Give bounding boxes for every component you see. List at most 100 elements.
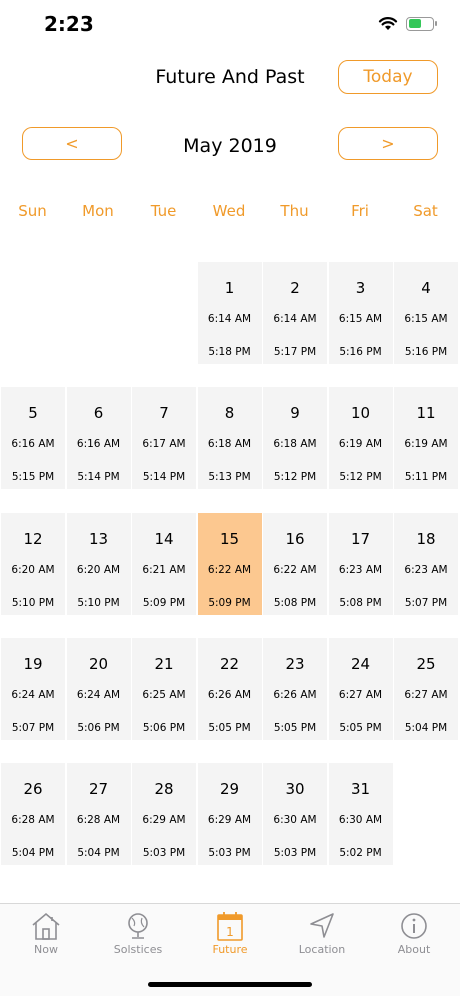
sunset-time: 5:11 PM — [404, 471, 448, 484]
day-cell[interactable]: 4 6:15 AM 5:16 PM — [394, 262, 458, 364]
day-cell[interactable]: 13 6:20 AM 5:10 PM — [66, 512, 131, 615]
day-number: 29 — [219, 780, 240, 798]
day-cell[interactable]: 6 6:16 AM 5:14 PM — [66, 387, 131, 490]
sunrise-time: 6:18 AM — [273, 438, 317, 451]
sunset-time: 5:04 PM — [77, 847, 120, 859]
sunrise-time: 6:22 AM — [207, 563, 252, 576]
sunrise-time: 6:16 AM — [11, 438, 55, 451]
sunrise-time: 6:26 AM — [207, 688, 252, 701]
day-cell[interactable]: 8 6:18 AM 5:13 PM — [197, 387, 262, 490]
day-cell[interactable]: 16 6:22 AM 5:08 PM — [263, 512, 327, 615]
sunrise-time: 6:25 AM — [142, 688, 186, 701]
day-cell[interactable]: 23 6:26 AM 5:05 PM — [263, 637, 327, 740]
day-cell[interactable]: 18 6:23 AM 5:07 PM — [394, 512, 458, 615]
sunrise-time: 6:26 AM — [273, 688, 317, 701]
sunset-time: 5:07 PM — [404, 596, 448, 609]
tab-label: Solstices — [113, 943, 163, 956]
day-number: 26 — [23, 780, 43, 798]
tab-now[interactable]: Now — [0, 910, 92, 956]
sunrise-time: 6:24 AM — [11, 688, 55, 701]
home-indicator — [148, 982, 312, 987]
day-number: 7 — [159, 404, 169, 423]
day-cell[interactable]: 19 6:24 AM 5:07 PM — [1, 637, 65, 740]
day-number: 9 — [290, 404, 300, 423]
day-number: 5 — [28, 404, 38, 423]
day-number: 1 — [224, 279, 235, 297]
sunset-time: 5:16 PM — [339, 346, 382, 358]
day-cell[interactable]: 26 6:28 AM 5:04 PM — [1, 763, 65, 865]
day-number: 14 — [154, 529, 174, 548]
day-cell[interactable]: 20 6:24 AM 5:06 PM — [66, 637, 131, 740]
day-number: 3 — [355, 279, 366, 297]
day-cell[interactable]: 29 6:29 AM 5:03 PM — [197, 763, 262, 865]
sunset-time: 5:05 PM — [208, 721, 251, 734]
sunset-time: 5:14 PM — [77, 471, 120, 484]
day-cell[interactable]: 25 6:27 AM 5:04 PM — [394, 637, 458, 740]
sunset-time: 5:05 PM — [339, 721, 382, 734]
sunrise-time: 6:22 AM — [273, 563, 317, 576]
day-number: 28 — [154, 780, 174, 798]
sunrise-time: 6:30 AM — [273, 814, 317, 826]
day-number: 22 — [219, 654, 240, 673]
day-cell[interactable]: 15 6:22 AM 5:09 PM — [197, 512, 262, 615]
day-cell[interactable]: 14 6:21 AM 5:09 PM — [132, 512, 196, 615]
day-cell[interactable]: 3 6:15 AM 5:16 PM — [328, 262, 393, 364]
sunset-time: 5:12 PM — [273, 471, 317, 484]
day-cell[interactable]: 12 6:20 AM 5:10 PM — [1, 512, 65, 615]
tab-about[interactable]: About — [368, 910, 460, 956]
day-cell[interactable]: 5 6:16 AM 5:15 PM — [1, 387, 65, 490]
sunset-time: 5:03 PM — [208, 847, 251, 859]
day-cell[interactable]: 31 6:30 AM 5:02 PM — [328, 763, 393, 865]
calendar-icon: 1 — [217, 912, 243, 941]
day-number: 24 — [350, 654, 371, 673]
day-number: 21 — [154, 654, 174, 673]
sunrise-time: 6:28 AM — [11, 814, 55, 826]
sunrise-time: 6:17 AM — [142, 438, 186, 451]
sunset-time: 5:09 PM — [208, 596, 251, 609]
day-cell[interactable]: 17 6:23 AM 5:08 PM — [328, 512, 393, 615]
day-cell[interactable]: 28 6:29 AM 5:03 PM — [132, 763, 196, 865]
sunset-time: 5:15 PM — [11, 471, 55, 484]
day-cell[interactable]: 27 6:28 AM 5:04 PM — [66, 763, 131, 865]
day-number: 31 — [350, 780, 371, 798]
tab-location[interactable]: Location — [276, 910, 368, 956]
sunset-time: 5:03 PM — [273, 847, 317, 859]
sunrise-time: 6:28 AM — [76, 814, 121, 826]
day-cell[interactable]: 7 6:17 AM 5:14 PM — [132, 387, 196, 490]
day-cell[interactable]: 1 6:14 AM 5:18 PM — [197, 262, 262, 364]
day-number: 15 — [219, 529, 240, 548]
day-cell[interactable]: 11 6:19 AM 5:11 PM — [394, 387, 458, 490]
day-number: 8 — [224, 404, 235, 423]
day-number: 11 — [416, 404, 436, 423]
day-number: 6 — [93, 404, 104, 423]
sunrise-time: 6:16 AM — [76, 438, 121, 451]
day-cell[interactable]: 10 6:19 AM 5:12 PM — [328, 387, 393, 490]
day-number: 10 — [350, 404, 371, 423]
sunrise-time: 6:19 AM — [338, 438, 383, 451]
sunset-time: 5:16 PM — [404, 346, 448, 358]
day-number: 30 — [285, 780, 305, 798]
sunrise-time: 6:29 AM — [207, 814, 252, 826]
sunrise-time: 6:21 AM — [142, 563, 186, 576]
sunset-time: 5:18 PM — [208, 346, 251, 358]
tab-future[interactable]: 1 Future — [184, 910, 276, 956]
day-cell[interactable]: 2 6:14 AM 5:17 PM — [263, 262, 327, 364]
day-cell[interactable]: 22 6:26 AM 5:05 PM — [197, 637, 262, 740]
info-icon — [401, 913, 427, 939]
globe-icon — [128, 913, 148, 939]
calendar-badge: 1 — [226, 925, 234, 939]
day-number: 27 — [88, 780, 109, 798]
day-cell[interactable]: 24 6:27 AM 5:05 PM — [328, 637, 393, 740]
sunset-time: 5:04 PM — [404, 721, 448, 734]
day-cell[interactable]: 9 6:18 AM 5:12 PM — [263, 387, 327, 490]
day-cell[interactable]: 30 6:30 AM 5:03 PM — [263, 763, 327, 865]
sunrise-time: 6:27 AM — [338, 688, 383, 701]
sunrise-time: 6:23 AM — [338, 563, 383, 576]
day-number: 19 — [23, 654, 43, 673]
day-cell[interactable]: 21 6:25 AM 5:06 PM — [132, 637, 196, 740]
tab-label: About — [397, 943, 431, 956]
sunset-time: 5:07 PM — [11, 721, 55, 734]
tab-solstices[interactable]: Solstices — [92, 910, 184, 956]
day-number: 25 — [416, 654, 436, 673]
sunset-time: 5:05 PM — [273, 721, 317, 734]
